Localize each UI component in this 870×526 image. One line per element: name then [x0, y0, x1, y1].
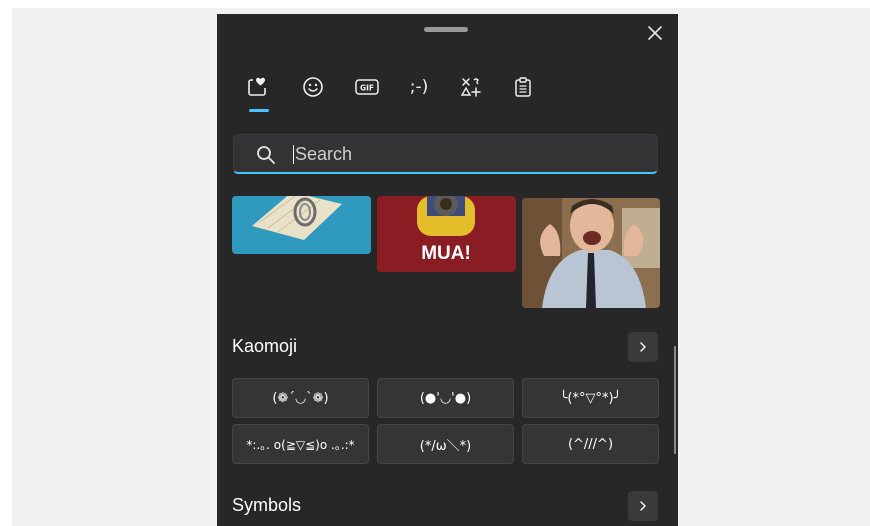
gif-result[interactable]: MUA! — [377, 196, 516, 272]
kaomoji-item[interactable]: *:.｡. o(≧▽≦)o .｡.:* — [232, 424, 369, 464]
tab-emoji[interactable] — [295, 72, 331, 102]
chevron-right-icon — [640, 342, 646, 352]
active-tab-indicator — [249, 109, 269, 112]
kaomoji-item[interactable]: (❁´◡`❁) — [232, 378, 369, 418]
symbols-icon — [460, 78, 481, 97]
close-icon — [648, 26, 662, 40]
kaomoji-icon: ;-) — [409, 77, 429, 97]
clipboard-icon — [515, 77, 531, 97]
text-caret — [293, 145, 294, 164]
kaomoji-item[interactable]: (*/ω＼*) — [377, 424, 514, 464]
emoji-icon — [303, 77, 323, 97]
gif-thumbnail-man-cheering — [522, 198, 660, 308]
symbols-see-more-button[interactable] — [628, 491, 658, 521]
tab-favorites[interactable] — [239, 72, 275, 102]
close-button[interactable] — [642, 20, 668, 46]
tab-bar: GIF ;-) — [239, 72, 539, 122]
gif-result[interactable] — [232, 196, 371, 254]
drag-handle[interactable] — [424, 27, 468, 32]
search-input[interactable]: Search — [295, 144, 352, 165]
emoji-panel: GIF ;-) Search MUA! Kaomoji (❁´◡`❁) (●'◡… — [217, 14, 678, 526]
kaomoji-section-title: Kaomoji — [232, 336, 298, 356]
tab-gif[interactable]: GIF — [349, 72, 385, 102]
tab-clipboard[interactable] — [505, 72, 541, 102]
kaomoji-item[interactable]: (^///^) — [522, 424, 659, 464]
gif-icon: GIF — [355, 79, 379, 95]
symbols-section-title: Symbols — [232, 495, 302, 515]
svg-text:GIF: GIF — [360, 84, 374, 93]
kaomoji-item[interactable]: (●'◡'●) — [377, 378, 514, 418]
tab-kaomoji[interactable]: ;-) — [401, 72, 437, 102]
scrollbar[interactable] — [674, 346, 676, 454]
kaomoji-see-more-button[interactable] — [628, 332, 658, 362]
gif-thumbnail-paper — [232, 196, 371, 254]
search-box[interactable]: Search — [233, 134, 658, 174]
chevron-right-icon — [640, 501, 646, 511]
gif-result[interactable] — [522, 198, 660, 308]
kaomoji-item[interactable]: ╰(*°▽°*)╯ — [522, 378, 659, 418]
favorites-heart-icon — [248, 77, 266, 96]
gif-thumbnail-minion: MUA! — [377, 196, 516, 272]
svg-text:MUA!: MUA! — [421, 243, 471, 264]
tab-symbols[interactable] — [453, 72, 489, 102]
search-icon — [257, 146, 275, 164]
